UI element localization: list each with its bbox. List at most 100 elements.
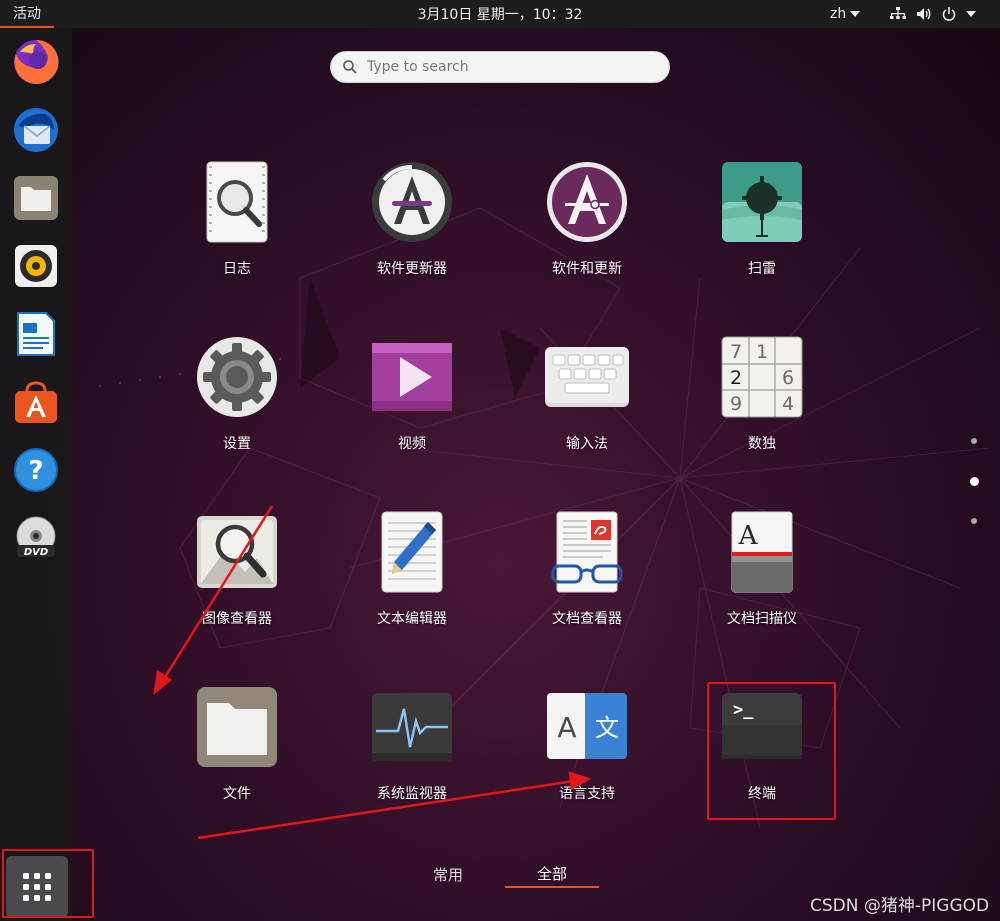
dock-ubuntu-software[interactable] [8,374,64,430]
language-glyph-cjk: 文 [595,714,619,742]
desktop-background [0,28,1000,921]
show-applications-button[interactable] [6,856,68,918]
dock-libreoffice-writer[interactable] [8,306,64,362]
app-label: 文档查看器 [552,611,622,627]
rhythmbox-icon [15,245,57,287]
settings-icon [197,337,277,417]
tab-frequent[interactable]: 常用 [420,860,476,888]
top-bar: 活动 3月10日 星期一，10：32 zh [0,0,1000,28]
dvd-icon: DVD [16,516,56,558]
sudoku-icon: 7 1 2 6 9 4 [721,336,803,418]
mines-icon [722,162,802,242]
libreoffice-writer-icon [17,312,55,356]
chevron-down-icon [966,11,976,17]
dock-dvd[interactable]: DVD [8,510,64,566]
language-selector[interactable]: zh [830,0,861,28]
app-label: 语言支持 [559,786,615,802]
search-input[interactable] [367,59,647,75]
app-label: 扫雷 [748,261,776,277]
app-label: 图像查看器 [202,611,272,627]
app-label: 软件和更新 [552,261,622,277]
language-support-icon: A 文 [547,693,627,759]
sudoku-cell: 9 [730,393,742,415]
dock-thunderbird[interactable] [8,102,64,158]
tab-frequent-label: 常用 [432,865,463,884]
app-label: 文件 [223,786,251,802]
grid-icon [23,873,51,901]
page-dot-3[interactable] [971,518,977,524]
software-updater-icon [372,162,452,242]
app-logs[interactable]: 日志 [162,160,312,310]
software-properties-icon [547,162,627,242]
svg-text:?: ? [28,456,43,486]
dock-firefox[interactable] [8,34,64,90]
dock: ? DVD [0,28,72,921]
language-glyph-latin: A [557,711,576,744]
power-icon [942,7,956,21]
terminal-icon: >_ [722,693,802,759]
tab-all[interactable]: 全部 [505,860,599,888]
search-icon [343,60,357,74]
help-icon: ? [14,448,58,492]
sudoku-cell: 2 [730,367,742,389]
svg-text:DVD: DVD [24,547,48,558]
dock-rhythmbox[interactable] [8,238,64,294]
app-label: 日志 [223,261,251,277]
app-label: 软件更新器 [377,261,447,277]
app-label: 文档扫描仪 [727,611,797,627]
app-software-properties[interactable]: 软件和更新 [512,160,662,310]
activities-button[interactable]: 活动 [0,0,54,28]
app-terminal[interactable]: >_ 终端 [687,685,837,835]
app-mines[interactable]: 扫雷 [687,160,837,310]
app-label: 系统监视器 [377,786,447,802]
text-editor-icon [381,511,443,593]
app-files[interactable]: 文件 [162,685,312,835]
document-scanner-icon: A [731,511,793,593]
sudoku-cell: 7 [730,341,742,363]
system-monitor-icon [372,693,452,761]
logs-icon [206,161,268,243]
app-input-method[interactable]: 输入法 [512,335,662,485]
volume-icon [917,8,931,20]
app-text-editor[interactable]: 文本编辑器 [337,510,487,660]
dock-files[interactable] [8,170,64,226]
app-system-monitor[interactable]: 系统监视器 [337,685,487,835]
videos-icon [372,343,452,411]
app-image-viewer[interactable]: 图像查看器 [162,510,312,660]
sudoku-cell: 4 [782,393,794,415]
tab-all-label: 全部 [536,864,567,883]
page-dot-1[interactable] [971,438,977,444]
document-viewer-icon [551,511,623,593]
app-label: 文本编辑器 [377,611,447,627]
system-tray[interactable] [890,0,1000,28]
app-language-support[interactable]: A 文 语言支持 [512,685,662,835]
activities-label: 活动 [13,6,41,22]
app-document-viewer[interactable]: 文档查看器 [512,510,662,660]
language-label: zh [830,6,847,22]
input-method-icon [545,347,629,407]
ubuntu-software-icon [15,381,57,423]
files-icon [197,687,277,767]
scanner-glyph: A [738,521,759,551]
terminal-prompt: >_ [733,700,754,720]
clock[interactable]: 3月10日 星期一，10：32 [418,4,583,24]
page-dot-2-active[interactable] [970,477,979,486]
app-document-scanner[interactable]: A 文档扫描仪 [687,510,837,660]
search-bar[interactable] [330,51,670,83]
files-icon [14,176,58,220]
app-label: 数独 [748,436,776,452]
app-label: 终端 [748,786,776,802]
app-label: 输入法 [566,436,608,452]
wallpaper-art [98,207,991,829]
app-sudoku[interactable]: 7 1 2 6 9 4 数独 [687,335,837,485]
sudoku-cell: 1 [756,341,768,363]
dock-help[interactable]: ? [8,442,64,498]
sudoku-cell: 6 [782,367,794,389]
image-viewer-icon [197,516,277,588]
app-settings[interactable]: 设置 [162,335,312,485]
app-videos[interactable]: 视频 [337,335,487,485]
chevron-down-icon [850,11,861,17]
app-software-updater[interactable]: 软件更新器 [337,160,487,310]
watermark: CSDN @猪神-PIGGOD [810,896,990,916]
app-label: 设置 [223,436,251,452]
